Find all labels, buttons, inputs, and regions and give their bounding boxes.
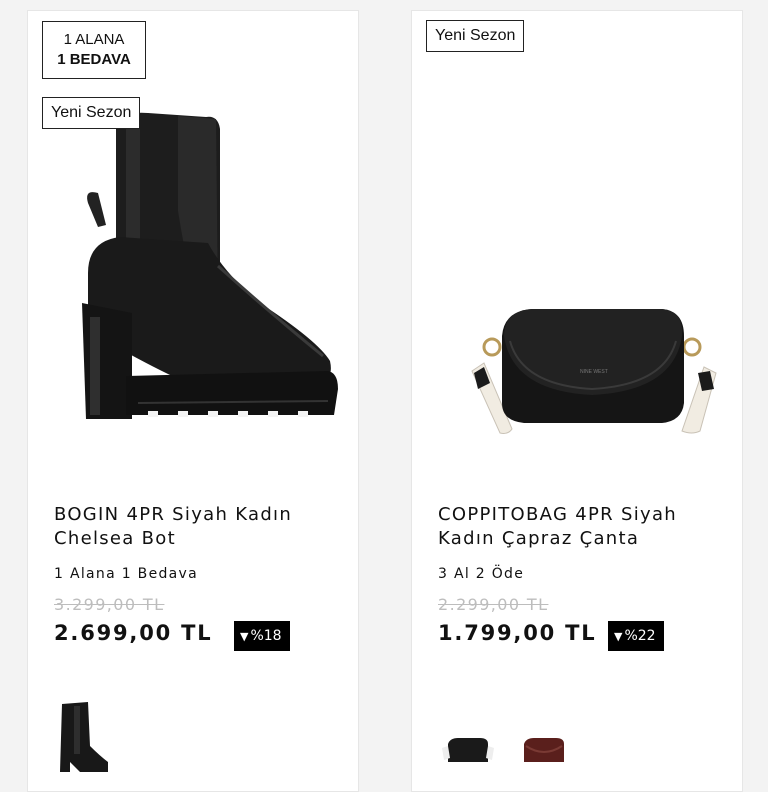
discount-badge: ▼ %22 (608, 621, 664, 651)
discount-badge: ▼ %18 (234, 621, 290, 651)
caret-down-icon: ▼ (240, 630, 249, 643)
product-card[interactable]: 1 ALANA 1 BEDAVA Yeni Sezon BOGIN 4PR Si… (27, 10, 359, 792)
color-thumbnail-black[interactable] (54, 696, 114, 776)
svg-text:NINE WEST: NINE WEST (580, 369, 608, 375)
product-image-bag[interactable]: NINE WEST (412, 11, 742, 481)
promotion-text: 3 Al 2 Öde (438, 566, 525, 582)
color-thumbnail-burgundy[interactable] (518, 736, 570, 776)
product-title-line2: Kadın Çapraz Çanta (438, 528, 640, 549)
season-badge: Yeni Sezon (42, 97, 141, 129)
discount-value: %22 (624, 628, 656, 644)
promo-badge: 1 ALANA 1 BEDAVA (42, 21, 146, 79)
product-image-boot[interactable] (28, 11, 358, 481)
color-thumbnail-black[interactable] (442, 736, 494, 776)
caret-down-icon: ▼ (614, 630, 623, 643)
discount-value: %18 (250, 628, 282, 644)
old-price: 2.299,00 TL (438, 595, 549, 614)
current-price: 2.699,00 TL (54, 621, 213, 645)
promo-badge-line2: 1 BEDAVA (57, 51, 131, 68)
old-price: 3.299,00 TL (54, 595, 165, 614)
product-card[interactable]: NINE WEST Yeni Sezon COPPITOBAG 4PR Siya… (411, 10, 743, 792)
promotion-text: 1 Alana 1 Bedava (54, 566, 199, 582)
product-title[interactable]: COPPITOBAG 4PR Siyah Kadın Çapraz Çanta (438, 503, 728, 551)
current-price: 1.799,00 TL (438, 621, 597, 645)
product-title-line2: Chelsea Bot (54, 528, 176, 549)
product-title-line1: BOGIN 4PR Siyah Kadın (54, 504, 293, 525)
promo-badge-line1: 1 ALANA (63, 31, 125, 48)
product-title-line1: COPPITOBAG 4PR Siyah (438, 504, 677, 525)
season-badge: Yeni Sezon (426, 20, 525, 52)
product-title[interactable]: BOGIN 4PR Siyah Kadın Chelsea Bot (54, 503, 344, 551)
